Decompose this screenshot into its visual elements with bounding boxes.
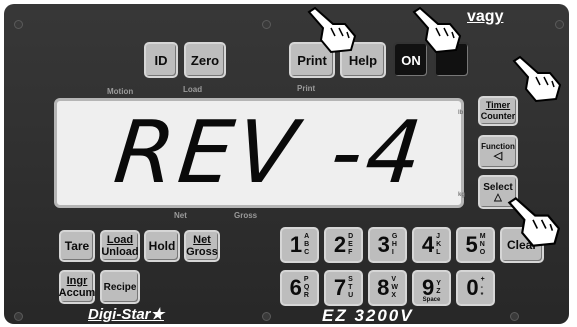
lb-label: lb bbox=[458, 110, 464, 116]
zero-button[interactable]: Zero bbox=[184, 42, 226, 78]
print-label: Print bbox=[297, 84, 316, 93]
screw-icon bbox=[14, 312, 23, 321]
screw-icon bbox=[262, 312, 271, 321]
key-9[interactable]: 9 Y Z Space bbox=[412, 270, 451, 306]
key-3[interactable]: 3GHI bbox=[368, 227, 407, 263]
display-readout: REV -4 bbox=[109, 103, 431, 203]
key-2[interactable]: 2DEF bbox=[324, 227, 363, 263]
screw-icon bbox=[262, 20, 271, 29]
brand-logo: Digi-Star★ bbox=[88, 306, 164, 323]
tare-button[interactable]: Tare bbox=[59, 230, 95, 262]
load-label: Load bbox=[183, 85, 203, 94]
kg-label: kg bbox=[458, 192, 466, 198]
pointing-hand-icon bbox=[512, 55, 562, 103]
key-0[interactable]: 0 + - * bbox=[456, 270, 495, 306]
screw-icon bbox=[555, 20, 564, 29]
gross-label: Gross bbox=[234, 211, 258, 220]
vagy-caption: vagy bbox=[467, 8, 504, 25]
key-4[interactable]: 4JKL bbox=[412, 227, 451, 263]
model-name: EZ 3200V bbox=[322, 306, 414, 325]
id-button[interactable]: ID bbox=[144, 42, 178, 78]
recipe-button[interactable]: Recipe bbox=[100, 270, 140, 304]
pointing-hand-icon bbox=[507, 196, 561, 247]
function-button[interactable]: Function ◁ bbox=[478, 135, 518, 169]
triangle-left-icon: ◁ bbox=[493, 150, 503, 162]
screw-icon bbox=[14, 20, 23, 29]
net-label: Net bbox=[174, 211, 187, 220]
key-5[interactable]: 5MNO bbox=[456, 227, 495, 263]
pointing-hand-icon bbox=[412, 6, 462, 54]
key-8[interactable]: 8VWX bbox=[368, 270, 407, 306]
pointing-hand-icon bbox=[307, 6, 357, 54]
triangle-up-icon: △ bbox=[494, 191, 502, 203]
key-6[interactable]: 6PQR bbox=[280, 270, 319, 306]
ingr-accum-button[interactable]: Ingr Accum bbox=[59, 270, 95, 304]
hold-button[interactable]: Hold bbox=[144, 230, 180, 262]
motion-label: Motion bbox=[107, 87, 134, 96]
screw-icon bbox=[510, 312, 519, 321]
key-1[interactable]: 1ABC bbox=[280, 227, 319, 263]
net-gross-button[interactable]: Net Gross bbox=[184, 230, 220, 262]
key-7[interactable]: 7STU bbox=[324, 270, 363, 306]
load-unload-button[interactable]: Load Unload bbox=[100, 230, 140, 262]
